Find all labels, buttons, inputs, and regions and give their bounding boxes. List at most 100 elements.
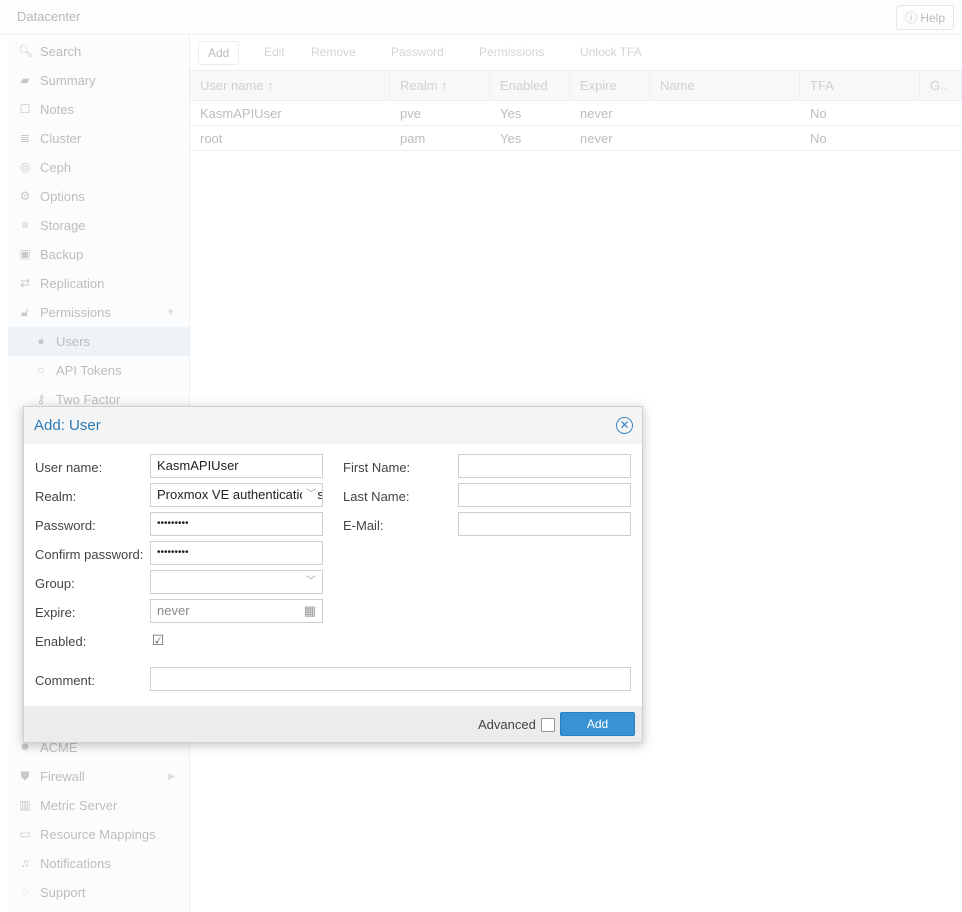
sidebar-item-summary[interactable]: ▰ Summary: [8, 66, 189, 95]
expire-input[interactable]: never ▦: [150, 599, 323, 623]
username-label: User name:: [35, 460, 103, 475]
bar-chart-icon: ▥: [19, 798, 31, 812]
sidebar-item-label: Cluster: [40, 131, 82, 146]
group-label: Group:: [35, 576, 75, 591]
column-header[interactable]: Expire: [570, 71, 650, 101]
edit-button[interactable]: Edit: [264, 45, 285, 59]
email-input[interactable]: [458, 512, 631, 536]
sidebar-item-label: Two Factor: [56, 392, 121, 407]
sidebar-item-cluster[interactable]: ≣ Cluster: [8, 124, 189, 153]
column-header[interactable]: Name: [650, 71, 800, 101]
password-input[interactable]: •••••••••: [150, 512, 323, 536]
toolbar: Add Edit Remove Password Permissions Unl…: [190, 36, 962, 71]
chevron-right-icon: ▶: [168, 771, 175, 781]
sidebar-item-users[interactable]: ● Users: [8, 327, 189, 356]
comment-label: Comment:: [35, 673, 95, 688]
sidebar-item-label: Storage: [40, 218, 86, 233]
permissions-button[interactable]: Permissions: [479, 45, 544, 59]
sidebar-item-label: Backup: [40, 247, 84, 262]
group-select[interactable]: ﹀: [150, 570, 323, 594]
sidebar-item-backup[interactable]: ▣ Backup: [8, 240, 189, 269]
expire-label: Expire:: [35, 605, 76, 620]
table-cell: pam: [400, 131, 426, 146]
sidebar-item-label: Ceph: [40, 160, 72, 175]
password-button[interactable]: Password: [391, 45, 444, 59]
first-name-label: First Name:: [343, 460, 411, 475]
advanced-checkbox[interactable]: [541, 718, 555, 732]
grid-header: User name ↑ Realm ↑ Enabled Expire Name TFA G.…: [190, 71, 962, 101]
server-icon: ≣: [19, 131, 31, 145]
realm-label: Realm:: [35, 489, 77, 504]
table-cell: No: [810, 131, 827, 146]
column-header[interactable]: Enabled: [490, 71, 570, 101]
enabled-label: Enabled:: [35, 634, 87, 649]
folder-icon: ▭: [19, 827, 31, 841]
sidebar-item-options[interactable]: ⚙ Options: [8, 182, 189, 211]
table-cell: never: [580, 106, 613, 121]
database-icon: ≡: [21, 218, 29, 232]
calendar-icon[interactable]: ▦: [304, 600, 316, 622]
sidebar-item-ceph[interactable]: ◎ Ceph: [8, 153, 189, 182]
sidebar-item-search[interactable]: 🔍︎ Search: [8, 37, 189, 66]
sidebar-item-label: Metric Server: [40, 798, 118, 813]
gear-icon: ⚙: [19, 189, 31, 203]
column-header[interactable]: G..: [920, 71, 962, 101]
help-button[interactable]: ⓘ Help: [895, 5, 954, 30]
enabled-checkbox[interactable]: ☑: [151, 633, 165, 648]
username-input[interactable]: KasmAPIUser: [150, 454, 323, 478]
column-header[interactable]: Realm ↑: [390, 71, 490, 101]
sidebar-item-label: Permissions: [40, 305, 111, 320]
realm-value: Proxmox VE authentication server: [157, 487, 322, 502]
remove-button[interactable]: Remove: [311, 45, 356, 59]
sidebar-item-notes[interactable]: ☐ Notes: [8, 95, 189, 124]
sidebar-item-notifications[interactable]: ♫ Notifications: [8, 849, 189, 878]
sidebar-item-label: Notes: [40, 102, 74, 117]
password-label: Password:: [35, 518, 96, 533]
sidebar-item-support[interactable]: ◌ Support: [8, 878, 189, 907]
note-icon: ☐: [19, 102, 31, 116]
table-cell: KasmAPIUser: [200, 106, 282, 121]
confirm-password-input[interactable]: •••••••••: [150, 541, 323, 565]
sidebar-item-replication[interactable]: ⇄ Replication: [8, 269, 189, 298]
sidebar-item-label: Summary: [40, 73, 96, 88]
table-cell: Yes: [500, 106, 522, 121]
column-header[interactable]: User name ↑: [190, 71, 390, 101]
chevron-down-icon: ▼: [166, 307, 175, 317]
sidebar-item-label: Notifications: [40, 856, 111, 871]
comment-input[interactable]: [150, 667, 631, 691]
user-outline-icon: ○: [37, 363, 45, 377]
sidebar-item-label: Firewall: [40, 769, 85, 784]
expire-placeholder: never: [157, 603, 190, 618]
add-submit-button[interactable]: Add: [560, 712, 635, 736]
advanced-label: Advanced: [478, 717, 536, 732]
table-cell: Yes: [500, 131, 522, 146]
first-name-input[interactable]: [458, 454, 631, 478]
sidebar-item-metric-server[interactable]: ▥ Metric Server: [8, 791, 189, 820]
ceph-icon: ◎: [19, 160, 31, 174]
dialog-title: Add: User: [34, 417, 101, 434]
add-button[interactable]: Add: [198, 41, 240, 65]
realm-select[interactable]: Proxmox VE authentication server﹀: [150, 483, 323, 507]
unlock-tfa-button[interactable]: Unlock TFA: [580, 45, 642, 59]
search-icon: 🔍︎: [18, 44, 34, 58]
sidebar-item-label: Users: [56, 334, 90, 349]
add-user-dialog: Add: User ✕ User name: KasmAPIUser Realm:…: [23, 406, 643, 743]
comments-icon: ◌: [21, 885, 29, 899]
retweet-icon: ⇄: [19, 276, 31, 290]
column-header[interactable]: TFA: [800, 71, 920, 101]
sidebar-item-permissions[interactable]: 🔓︎ Permissions ▼: [8, 298, 189, 327]
sidebar-item-firewall[interactable]: ⛊ Firewall ▶: [8, 762, 189, 791]
last-name-input[interactable]: [458, 483, 631, 507]
close-icon[interactable]: ✕: [616, 417, 633, 434]
table-row[interactable]: KasmAPIUser pve Yes never No: [190, 101, 962, 126]
sidebar-item-api-tokens[interactable]: ○ API Tokens: [8, 356, 189, 385]
table-cell: never: [580, 131, 613, 146]
sidebar-item-label: Search: [40, 44, 82, 59]
chevron-down-icon: ﹀: [302, 484, 316, 506]
sidebar-item-label: Options: [40, 189, 85, 204]
user-icon: ●: [37, 334, 45, 348]
sidebar-item-resource-mappings[interactable]: ▭ Resource Mappings: [8, 820, 189, 849]
bell-icon: ♫: [20, 856, 30, 870]
table-row[interactable]: root pam Yes never No: [190, 126, 962, 151]
sidebar-item-storage[interactable]: ≡ Storage: [8, 211, 189, 240]
